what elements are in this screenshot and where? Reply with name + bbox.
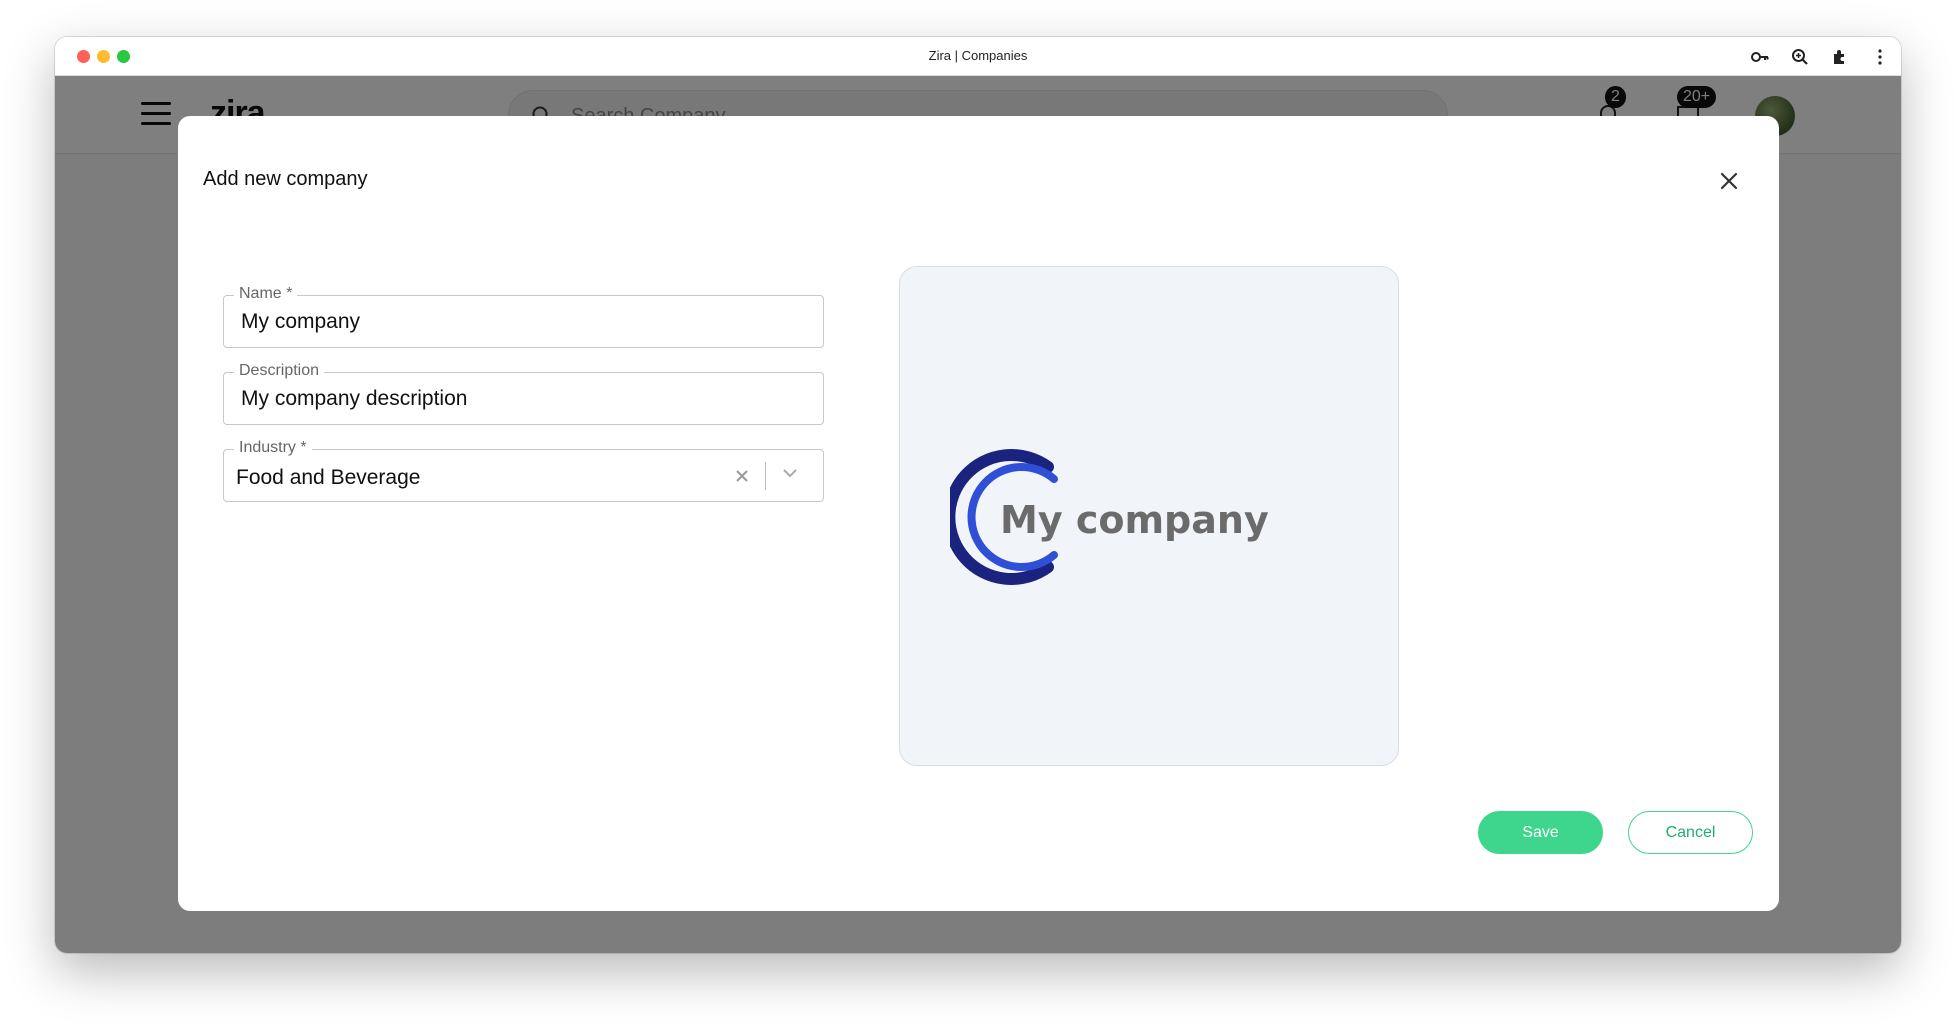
industry-field-label: Industry *	[234, 439, 312, 457]
extensions-icon[interactable]	[1830, 47, 1850, 67]
chevron-down-icon[interactable]	[780, 463, 800, 483]
logo-preview[interactable]: My company	[899, 266, 1399, 766]
browser-window: Zira | Companies zira 2	[55, 37, 1901, 953]
description-field-label: Description	[234, 362, 325, 380]
key-icon[interactable]	[1750, 47, 1770, 67]
industry-selected-value: Food and Beverage	[236, 466, 421, 489]
close-icon[interactable]	[1716, 168, 1742, 194]
select-divider	[765, 462, 766, 490]
description-input[interactable]	[241, 386, 801, 412]
more-menu-icon[interactable]	[1870, 47, 1890, 67]
window-title: Zira | Companies	[928, 48, 1028, 63]
browser-titlebar: Zira | Companies	[55, 37, 1901, 76]
cancel-button[interactable]: Cancel	[1628, 811, 1753, 854]
description-field: Description	[223, 362, 824, 425]
logo-text: My company	[1000, 498, 1269, 542]
add-company-modal: Add new company Name * Description Indus…	[178, 116, 1779, 911]
modal-title: Add new company	[203, 168, 368, 190]
zoom-icon[interactable]	[1790, 47, 1810, 67]
company-logo-image: My company	[950, 449, 1269, 585]
clear-selection-icon[interactable]	[732, 466, 752, 486]
industry-select[interactable]: Industry * Food and Beverage	[223, 439, 824, 502]
name-field: Name *	[223, 285, 824, 348]
save-button[interactable]: Save	[1478, 811, 1603, 854]
name-input[interactable]	[241, 309, 801, 335]
name-field-label: Name *	[234, 285, 298, 303]
